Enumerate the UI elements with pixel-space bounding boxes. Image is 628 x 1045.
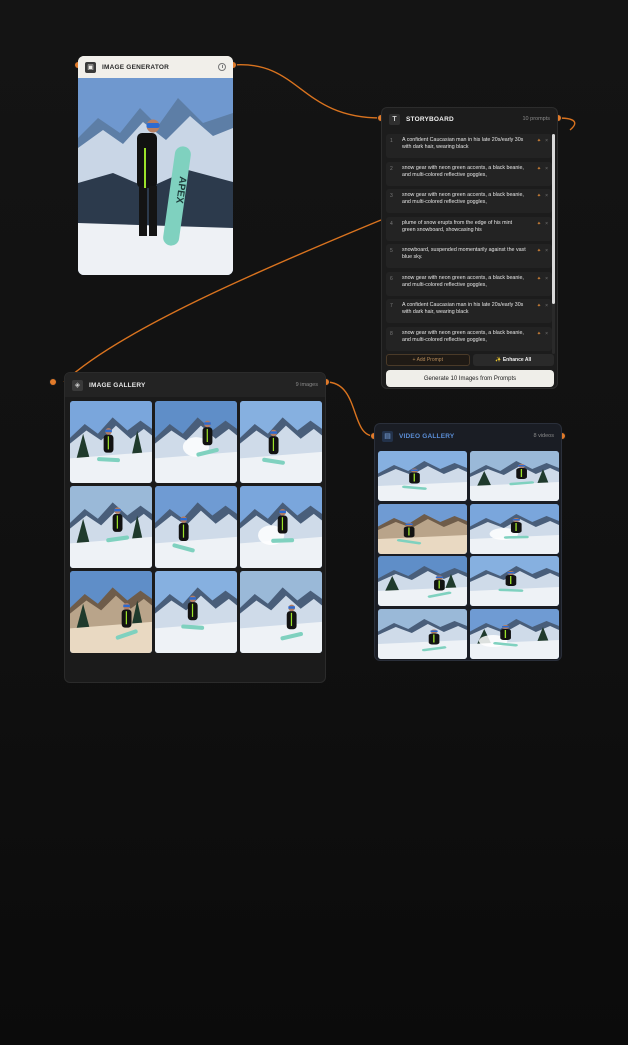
video-grid	[378, 451, 559, 659]
prompt-list[interactable]: 1 A confident Caucasian man in his late 2…	[386, 134, 552, 354]
wire-gallery-to-video	[325, 381, 375, 437]
video-thumbnail[interactable]	[378, 608, 467, 659]
prompt-row[interactable]: 3 snow gear with neon green accents, a bl…	[386, 189, 552, 213]
prompt-scrollbar[interactable]	[552, 134, 555, 354]
add-prompt-button[interactable]: + Add Prompt	[386, 354, 470, 366]
video-thumbnail[interactable]	[378, 556, 467, 606]
generated-image[interactable]: APEX	[78, 78, 233, 275]
enhance-prompt-icon[interactable]: ✦	[537, 166, 541, 172]
prompt-number: 5	[390, 248, 393, 254]
video-thumbnail[interactable]	[469, 451, 559, 501]
prompt-number: 1	[390, 138, 393, 144]
image-gallery-title: IMAGE GALLERY	[89, 381, 146, 389]
gallery-image[interactable]	[240, 571, 322, 653]
gallery-image[interactable]	[155, 571, 237, 653]
gallery-image[interactable]	[240, 401, 322, 483]
scrollbar-thumb[interactable]	[552, 134, 555, 304]
delete-prompt-icon[interactable]: ×	[545, 221, 548, 227]
prompt-row[interactable]: 7 A confident Caucasian man in his late 2…	[386, 299, 552, 323]
image-generator-title: IMAGE GENERATOR	[102, 63, 170, 71]
gallery-image[interactable]	[240, 486, 322, 568]
delete-prompt-icon[interactable]: ×	[545, 303, 548, 309]
prompt-number: 4	[390, 220, 393, 227]
delete-prompt-icon[interactable]: ×	[545, 276, 548, 282]
image-generator-node[interactable]: ▣ IMAGE GENERATOR APEX	[78, 56, 233, 275]
image-gallery-node[interactable]: ◈ IMAGE GALLERY 9 images	[64, 372, 326, 683]
generate-images-button[interactable]: Generate 10 Images from Prompts	[386, 370, 554, 387]
delete-prompt-icon[interactable]: ×	[545, 331, 548, 337]
enhance-prompt-icon[interactable]: ✦	[537, 193, 541, 199]
text-node-icon: T	[389, 113, 400, 125]
wire-storyboard-out	[557, 117, 576, 131]
port-gallery-in[interactable]	[50, 379, 56, 385]
video-thumbnail[interactable]	[469, 556, 559, 606]
delete-prompt-icon[interactable]: ×	[545, 166, 548, 172]
gallery-image[interactable]	[155, 486, 237, 568]
prompt-text[interactable]: snow gear with neon green accents, a bla…	[402, 165, 526, 183]
image-generator-header[interactable]: ▣ IMAGE GENERATOR	[78, 56, 233, 78]
prompt-number: 2	[390, 165, 393, 172]
enhance-prompt-icon[interactable]: ✦	[537, 248, 541, 254]
delete-prompt-icon[interactable]: ×	[545, 248, 548, 254]
prompt-number: 6	[390, 275, 393, 282]
storyboard-title: STORYBOARD	[406, 115, 454, 123]
image-count: 9 images	[295, 382, 318, 388]
prompt-text[interactable]: A confident Caucasian man in his late 20…	[402, 302, 526, 320]
video-thumbnail[interactable]	[469, 608, 559, 659]
delete-prompt-icon[interactable]: ×	[545, 138, 548, 144]
prompt-text[interactable]: snowboard, suspended momentarily against…	[402, 247, 526, 265]
gallery-image[interactable]	[155, 401, 237, 483]
storyboard-node[interactable]: T STORYBOARD 10 prompts 1 A confident Cau…	[381, 107, 558, 389]
video-icon: ▤	[382, 430, 393, 442]
gallery-image[interactable]	[70, 571, 152, 653]
enhance-prompt-icon[interactable]: ✦	[537, 221, 541, 227]
image-generator-icon: ▣	[85, 61, 96, 73]
enhance-all-button[interactable]: ✨ Enhance All	[472, 354, 554, 366]
prompt-row[interactable]: 6 snow gear with neon green accents, a bl…	[386, 271, 552, 296]
enhance-prompt-icon[interactable]: ✦	[537, 331, 541, 337]
image-grid	[70, 401, 322, 653]
video-thumbnail[interactable]	[378, 451, 467, 501]
prompt-number: 7	[390, 303, 393, 309]
history-clock-icon[interactable]	[218, 63, 226, 71]
video-gallery-title: VIDEO GALLERY	[399, 432, 455, 440]
delete-prompt-icon[interactable]: ×	[545, 193, 548, 199]
prompt-text[interactable]: plume of snow erupts from the edge of hi…	[402, 220, 526, 238]
prompt-count: 10 prompts	[522, 116, 550, 122]
enhance-prompt-icon[interactable]: ✦	[537, 276, 541, 282]
prompt-number: 8	[390, 330, 393, 337]
gallery-image[interactable]	[70, 486, 152, 568]
wire-generator-to-storyboard	[232, 64, 382, 119]
gallery-image[interactable]	[70, 401, 152, 483]
video-count: 8 videos	[533, 433, 555, 439]
video-gallery-node[interactable]: ▤ VIDEO GALLERY 8 videos	[374, 423, 562, 661]
video-thumbnail[interactable]	[378, 503, 467, 554]
video-gallery-header[interactable]: ▤ VIDEO GALLERY 8 videos	[375, 424, 561, 448]
enhance-prompt-icon[interactable]: ✦	[537, 303, 541, 309]
prompt-row[interactable]: 1 A confident Caucasian man in his late 2…	[386, 134, 552, 158]
prompt-text[interactable]: A confident Caucasian man in his late 20…	[402, 137, 526, 155]
prompt-row[interactable]: 8 snow gear with neon green accents, a bl…	[386, 326, 552, 351]
prompt-number: 3	[390, 193, 393, 199]
prompt-row[interactable]: 2 snow gear with neon green accents, a bl…	[386, 161, 552, 186]
prompt-text[interactable]: snow gear with neon green accents, a bla…	[402, 192, 526, 210]
prompt-text[interactable]: snow gear with neon green accents, a bla…	[402, 275, 526, 293]
prompt-row[interactable]: 4 plume of snow erupts from the edge of h…	[386, 216, 552, 241]
video-thumbnail[interactable]	[469, 503, 559, 554]
prompt-row[interactable]: 5 snowboard, suspended momentarily agains…	[386, 244, 552, 268]
storyboard-header[interactable]: T STORYBOARD 10 prompts	[382, 108, 557, 130]
gallery-icon: ◈	[72, 379, 83, 391]
image-gallery-header[interactable]: ◈ IMAGE GALLERY 9 images	[65, 373, 325, 397]
prompt-text[interactable]: snow gear with neon green accents, a bla…	[402, 330, 526, 348]
enhance-prompt-icon[interactable]: ✦	[537, 138, 541, 144]
